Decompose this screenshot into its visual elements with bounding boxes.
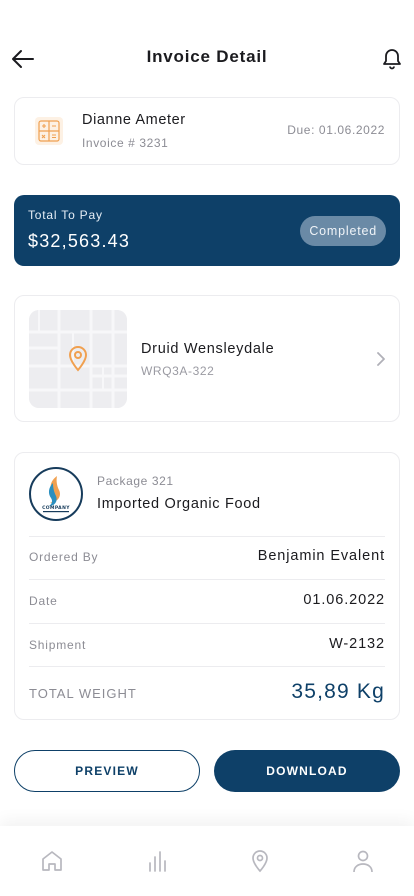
divider <box>29 536 385 537</box>
page-title: Invoice Detail <box>146 47 268 66</box>
bell-icon <box>383 49 401 70</box>
total-weight-label: TOTAL WEIGHT <box>29 686 137 701</box>
profile-icon <box>353 850 373 873</box>
tab-stats[interactable] <box>142 846 172 876</box>
due-date: Due: 01.06.2022 <box>287 123 385 137</box>
calculator-icon <box>35 117 63 145</box>
date-label: Date <box>29 594 58 608</box>
total-to-pay-label: Total To Pay <box>28 208 103 222</box>
map-pin-icon <box>68 345 88 372</box>
ordered-by-value: Benjamin Evalent <box>257 548 385 564</box>
divider <box>29 579 385 580</box>
location-card[interactable]: Druid Wensleydale WRQ3A-322 <box>14 295 400 422</box>
bottom-tab-bar <box>0 826 414 896</box>
location-name: Druid Wensleydale <box>141 341 275 357</box>
invoice-number: Invoice # 3231 <box>82 136 169 150</box>
client-name: Dianne Ameter <box>82 112 186 128</box>
invoice-summary-card: Dianne Ameter Invoice # 3231 Due: 01.06.… <box>14 97 400 165</box>
status-badge: Completed <box>300 216 386 246</box>
total-weight-value: 35,89 Kg <box>291 680 385 703</box>
stats-icon <box>149 851 166 872</box>
package-name: Imported Organic Food <box>97 496 261 512</box>
shipment-label: Shipment <box>29 638 87 652</box>
package-card: COMPANY Package 321 Imported Organic Foo… <box>14 452 400 720</box>
location-icon <box>252 850 268 873</box>
notifications-button[interactable] <box>380 46 404 72</box>
location-code: WRQ3A-322 <box>141 364 215 378</box>
package-number: Package 321 <box>97 474 174 488</box>
tab-location[interactable] <box>245 846 275 876</box>
total-amount: $32,563.43 <box>28 231 131 251</box>
tab-profile[interactable] <box>348 846 378 876</box>
divider <box>29 666 385 667</box>
divider <box>29 623 385 624</box>
ordered-by-label: Ordered By <box>29 550 99 564</box>
total-to-pay-card: Total To Pay $32,563.43 Completed <box>14 195 400 266</box>
map-thumbnail <box>29 310 127 408</box>
download-button[interactable]: DOWNLOAD <box>214 750 400 792</box>
tab-home[interactable] <box>37 846 67 876</box>
date-value: 01.06.2022 <box>303 592 385 608</box>
chevron-right-icon <box>377 352 385 366</box>
preview-button[interactable]: PREVIEW <box>14 750 200 792</box>
home-icon <box>42 851 62 871</box>
svg-text:COMPANY: COMPANY <box>42 505 70 511</box>
shipment-value: W-2132 <box>329 636 385 652</box>
company-logo: COMPANY <box>29 467 83 521</box>
